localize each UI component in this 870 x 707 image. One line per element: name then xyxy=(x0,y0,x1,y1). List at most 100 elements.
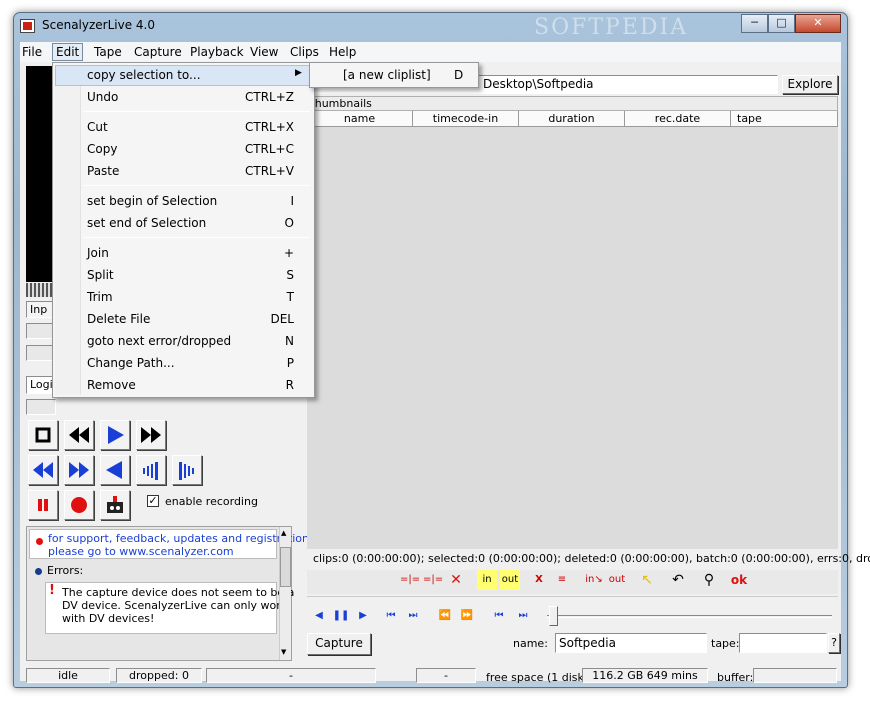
player-frame-back-icon[interactable]: ⏮ xyxy=(381,606,401,626)
menu-playback[interactable]: Playback xyxy=(190,45,244,59)
scroll-up-icon: ▲ xyxy=(281,529,287,537)
enable-recording-checkbox[interactable]: ✓ xyxy=(147,495,159,507)
clip-grid: name timecode-in duration rec.date tape xyxy=(307,111,838,549)
player-rewind-icon[interactable]: ⏪ xyxy=(435,606,455,626)
help-button[interactable]: ? xyxy=(828,633,840,653)
support-line-1[interactable]: for support, feedback, updates and regis… xyxy=(48,532,315,545)
menu-item-split[interactable]: Split xyxy=(87,268,114,282)
edit-menu-dropdown: copy selection to... ▶ Undo CTRL+Z Cut C… xyxy=(52,62,315,398)
goto-in-icon[interactable]: in↘ xyxy=(584,570,604,590)
set-out-button[interactable]: out xyxy=(500,570,520,590)
player-end-icon[interactable]: ⏭ xyxy=(513,606,533,626)
delete-icon[interactable]: ✕ xyxy=(446,570,466,590)
minimize-icon: ─ xyxy=(751,16,758,29)
trim-icon[interactable]: X xyxy=(529,570,549,590)
seek-forward-button[interactable] xyxy=(64,455,94,485)
menu-separator xyxy=(83,111,310,112)
zoom-icon[interactable]: ⚲ xyxy=(699,570,719,590)
col-duration[interactable]: duration xyxy=(519,111,625,127)
menu-gutter xyxy=(55,65,81,395)
menu-item-copy[interactable]: Copy xyxy=(87,142,117,156)
player-slider-track[interactable] xyxy=(547,615,832,618)
ok-button[interactable]: ok xyxy=(729,570,749,590)
player-frame-forward-icon[interactable]: ⏭ xyxy=(403,606,423,626)
close-button[interactable]: ✕ xyxy=(795,14,841,33)
arrow-up-left-icon[interactable]: ↖ xyxy=(637,570,657,590)
menu-item-undo[interactable]: Undo xyxy=(87,90,118,104)
rewind-button[interactable] xyxy=(64,420,94,450)
camera-button[interactable] xyxy=(100,490,130,520)
menu-item-delete-file[interactable]: Delete File xyxy=(87,312,150,326)
reverse-play-icon xyxy=(106,461,122,479)
col-tape[interactable]: tape xyxy=(731,111,838,127)
maximize-icon: □ xyxy=(776,16,787,29)
menu-item-join[interactable]: Join xyxy=(87,246,109,260)
status-buffer-value xyxy=(753,668,837,683)
player-slider-thumb[interactable] xyxy=(549,606,558,626)
explore-button[interactable]: Explore xyxy=(782,75,838,94)
col-rec-date[interactable]: rec.date xyxy=(625,111,731,127)
step-forward-button[interactable] xyxy=(172,455,202,485)
fast-forward-button[interactable] xyxy=(136,420,166,450)
step-back-button[interactable] xyxy=(136,455,166,485)
error-line-1: The capture device does not seem to be a xyxy=(62,586,295,599)
menu-item-change-path[interactable]: Change Path... xyxy=(87,356,175,370)
menu-help[interactable]: Help xyxy=(329,45,356,59)
player-start-icon[interactable]: ⏮ xyxy=(489,606,509,626)
undo-icon[interactable]: ↶ xyxy=(668,570,688,590)
step-back-icon xyxy=(143,462,158,480)
stop-button[interactable] xyxy=(28,420,58,450)
menu-item-remove[interactable]: Remove xyxy=(87,378,136,392)
menu-item-copy-selection[interactable]: copy selection to... xyxy=(87,68,201,82)
player-pause-icon[interactable]: ❚❚ xyxy=(331,606,351,626)
status-dropped: dropped: 0 xyxy=(116,668,202,683)
menu-file[interactable]: File xyxy=(22,45,42,59)
menu-item-goto-next-error[interactable]: goto next error/dropped xyxy=(87,334,231,348)
pause-icon xyxy=(38,499,48,511)
message-scrollbar[interactable]: ▲ ▼ xyxy=(279,527,291,660)
reverse-play-button[interactable] xyxy=(100,455,130,485)
seek-back-button[interactable] xyxy=(28,455,58,485)
player-play-back-icon[interactable]: ◀ xyxy=(309,606,329,626)
scroll-thumb[interactable] xyxy=(280,547,291,587)
player-fast-forward-icon[interactable]: ⏩ xyxy=(457,606,477,626)
menu-view[interactable]: View xyxy=(250,45,278,59)
play-button[interactable] xyxy=(100,420,130,450)
status-buffer-label: buffer: xyxy=(717,671,754,684)
submenu-arrow-icon: ▶ xyxy=(295,68,302,78)
player-play-icon[interactable]: ▶ xyxy=(353,606,373,626)
menu-separator xyxy=(83,237,310,238)
tab-thumbnails[interactable]: Thumbnails xyxy=(307,96,838,111)
menu-tape[interactable]: Tape xyxy=(94,45,122,59)
record-button[interactable] xyxy=(64,490,94,520)
tape-input[interactable] xyxy=(739,633,827,653)
align-icon[interactable]: ≡ xyxy=(552,570,572,590)
menu-capture[interactable]: Capture xyxy=(134,45,182,59)
watermark: SOFTPEDIA xyxy=(534,15,689,40)
join-icon[interactable]: =|= xyxy=(423,570,443,590)
menu-item-set-begin[interactable]: set begin of Selection xyxy=(87,194,217,208)
set-in-button[interactable]: in xyxy=(477,570,497,590)
submenu-item-new-cliplist[interactable]: [a new cliplist] xyxy=(343,68,431,82)
name-input[interactable]: Softpedia xyxy=(555,633,707,653)
menu-edit[interactable]: Edit xyxy=(52,43,84,61)
menu-item-cut[interactable]: Cut xyxy=(87,120,108,134)
player-bar: ◀ ❚❚ ▶ ⏮ ⏭ ⏪ ⏩ ⏮ ⏭ xyxy=(307,596,838,632)
seek-forward-icon xyxy=(69,462,89,478)
goto-out-icon[interactable]: out xyxy=(607,570,627,590)
capture-button[interactable]: Capture xyxy=(307,633,371,655)
split-icon[interactable]: =|= xyxy=(400,570,420,590)
maximize-button[interactable]: □ xyxy=(768,14,795,33)
menu-clips[interactable]: Clips xyxy=(290,45,319,59)
support-line-2[interactable]: please go to www.scenalyzer.com xyxy=(48,545,234,558)
clip-toolbar: =|= =|= ✕ in out X ≡ in↘ out ↖ ↶ ⚲ ok xyxy=(307,570,838,594)
pause-record-button[interactable] xyxy=(28,490,58,520)
menu-item-set-end[interactable]: set end of Selection xyxy=(87,216,206,230)
shortcut-join: + xyxy=(283,246,294,260)
step-forward-icon xyxy=(179,462,194,480)
col-name[interactable]: name xyxy=(307,111,413,127)
menu-item-paste[interactable]: Paste xyxy=(87,164,119,178)
minimize-button[interactable]: ─ xyxy=(741,14,768,33)
col-timecode-in[interactable]: timecode-in xyxy=(413,111,519,127)
menu-item-trim[interactable]: Trim xyxy=(87,290,113,304)
